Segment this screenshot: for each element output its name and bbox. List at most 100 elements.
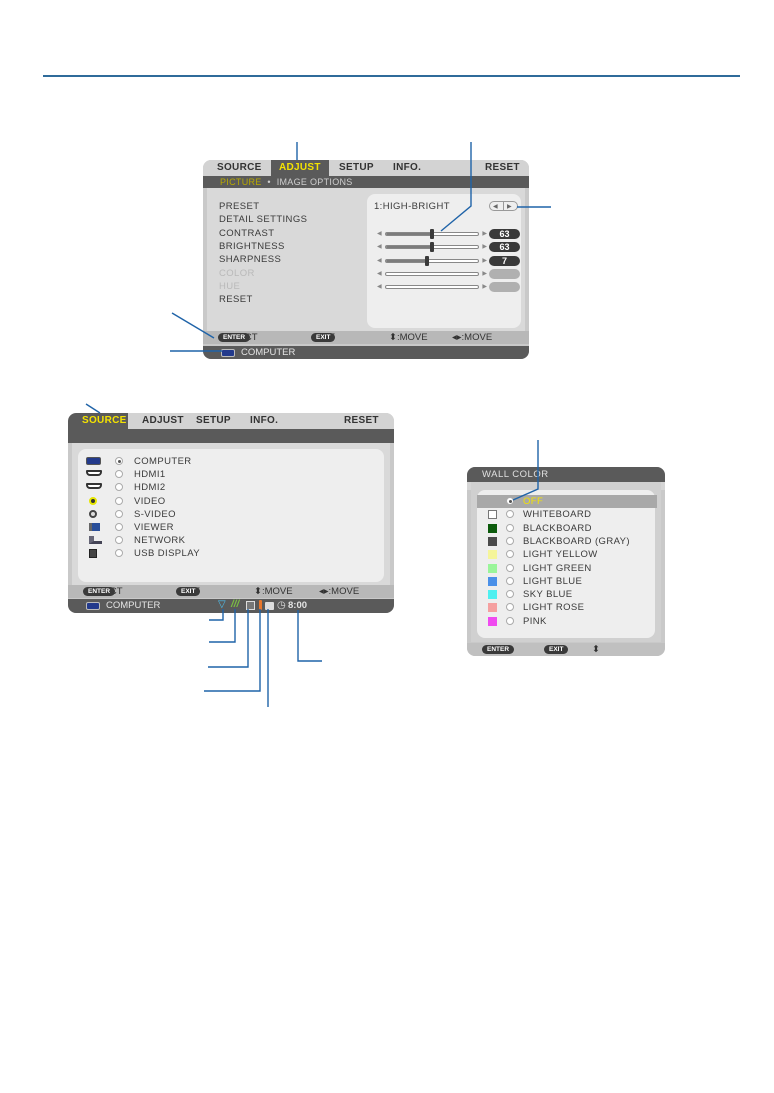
brightness-slider[interactable]: ◀ ▶ [377,242,487,253]
wall-color-radio[interactable] [506,576,514,585]
selected-row-highlight [477,495,657,508]
menu-tab-bar: SOURCE ADJUST SETUP INFO. RESET [68,413,394,429]
menu-item-sharpness[interactable]: SHARPNESS [219,254,281,265]
source-radio[interactable] [115,509,123,518]
wall-color-title-bar: WALL COLOR [467,467,665,482]
preset-right-arrow[interactable]: ▶ [507,203,512,210]
contrast-slider[interactable]: ◀ ▶ [377,229,487,239]
subtab-bar: PICTURE • IMAGE OPTIONS [203,176,529,188]
color-increase-arrow[interactable]: ▶ [482,270,487,278]
wall-color-option-light-green[interactable]: LIGHT GREEN [523,563,592,574]
source-item-viewer[interactable]: VIEWER [134,522,174,533]
hue-slider: ◀ ▶ [377,283,487,291]
tab-source[interactable]: SOURCE [68,413,128,429]
video-rca-icon [89,496,97,505]
tab-info[interactable]: INFO. [387,160,479,176]
brightness-fill [386,246,432,249]
sharpness-increase-arrow[interactable]: ▶ [482,257,487,265]
preset-left-arrow[interactable]: ◀ [493,203,498,210]
tab-info[interactable]: INFO. [242,413,332,429]
preset-value: 1:HIGH-BRIGHT [374,201,450,212]
contrast-knob[interactable] [430,229,434,239]
menu-item-contrast[interactable]: CONTRAST [219,228,274,239]
preset-stepper[interactable]: ◀ ▶ [489,201,518,211]
sharpness-knob[interactable] [425,255,430,266]
wall-color-option-light-blue[interactable]: LIGHT BLUE [523,576,582,587]
source-item-hdmi1[interactable]: HDMI1 [134,469,166,480]
contrast-decrease-arrow[interactable]: ◀ [377,230,382,238]
color-decrease-arrow[interactable]: ◀ [377,270,382,278]
wall-color-radio[interactable] [506,563,514,572]
tab-setup[interactable]: SETUP [188,413,242,429]
source-item-network[interactable]: NETWORK [134,535,185,546]
sharpness-track[interactable] [385,258,479,263]
source-radio[interactable] [115,523,123,531]
computer-vga-icon [86,602,100,610]
sharpness-decrease-arrow[interactable]: ◀ [377,257,382,265]
brightness-decrease-arrow[interactable]: ◀ [377,243,382,251]
callout-line-cc [208,609,249,668]
sharpness-slider[interactable]: ◀ ▶ [377,255,487,266]
source-item-usb-display[interactable]: USB DISPLAY [134,548,200,559]
brightness-value: 63 [489,242,520,253]
source-radio[interactable] [115,496,123,505]
tab-adjust[interactable]: ADJUST [271,160,329,176]
source-item-hdmi2[interactable]: HDMI2 [134,482,166,493]
contrast-increase-arrow[interactable]: ▶ [482,230,487,238]
menu-item-reset[interactable]: RESET [219,294,253,305]
hue-decrease-arrow[interactable]: ◀ [377,283,382,291]
wall-color-radio[interactable] [506,523,514,532]
tab-setup[interactable]: SETUP [329,160,387,176]
hue-track[interactable] [385,285,479,290]
wall-color-option-blackboard[interactable]: BLACKBOARD [523,523,592,534]
brightness-increase-arrow[interactable]: ▶ [482,243,487,251]
wall-color-radio[interactable] [506,616,514,625]
brightness-knob[interactable] [430,242,434,253]
enter-key-badge: ENTER [482,645,515,654]
viewer-icon [89,523,100,531]
menu-item-detail-settings[interactable]: DETAIL SETTINGS [219,214,307,225]
menu-item-color: COLOR [219,267,255,279]
exit-key-badge: EXIT [544,645,569,654]
tab-reset[interactable]: RESET [479,160,529,176]
wall-color-radio[interactable] [506,536,514,545]
source-item-s-video[interactable]: S-VIDEO [134,509,176,520]
wall-color-option-whiteboard[interactable]: WHITEBOARD [523,509,591,520]
subtab-picture[interactable]: PICTURE [220,177,262,187]
wall-color-menu: WALL COLOR ENTER EXIT ⬍ OFF WHITEBOARD BLA… [467,467,665,656]
wall-color-option-light-rose[interactable]: LIGHT ROSE [523,602,584,613]
menu-item-preset[interactable]: PRESET [219,201,259,212]
network-icon [89,536,102,545]
adjust-menu: SOURCE ADJUST SETUP INFO. RESET PICTURE … [203,160,529,359]
subtab-image-options[interactable]: IMAGE OPTIONS [277,177,353,187]
wall-color-option-light-yellow[interactable]: LIGHT YELLOW [523,549,598,560]
wall-color-option-blackboard-gray[interactable]: BLACKBOARD (GRAY) [523,536,630,547]
s-video-icon [89,509,97,518]
color-swatch [488,563,497,573]
wall-color-option-sky-blue[interactable]: SKY BLUE [523,589,573,600]
menu-item-brightness[interactable]: BRIGHTNESS [219,241,285,252]
menu-tab-bar: SOURCE ADJUST SETUP INFO. RESET [203,160,529,176]
subtab-separator: • [267,177,271,187]
wall-color-option-pink[interactable]: PINK [523,616,547,627]
color-track[interactable] [385,271,479,276]
source-item-video[interactable]: VIDEO [134,496,166,507]
wall-color-option-off[interactable]: OFF [523,496,543,507]
status-bar: COMPUTER [203,346,529,359]
source-radio[interactable] [115,457,123,465]
off-timer-icon: ◷ [277,600,286,611]
eco-mode-icon: /// [231,599,240,610]
updown-move-hint: ⬍:MOVE [254,586,293,597]
wall-color-radio[interactable] [506,497,514,505]
tab-reset[interactable]: RESET [332,413,382,429]
sharpness-fill [386,259,428,262]
computer-vga-icon [86,457,101,465]
tab-source[interactable]: SOURCE [203,160,271,176]
tab-adjust[interactable]: ADJUST [128,413,188,429]
hue-increase-arrow[interactable]: ▶ [482,283,487,291]
header-rule [43,75,740,77]
color-swatch [488,576,497,586]
callout-line-temp [204,609,261,692]
source-item-computer[interactable]: COMPUTER [134,456,192,467]
color-swatch [488,536,497,546]
